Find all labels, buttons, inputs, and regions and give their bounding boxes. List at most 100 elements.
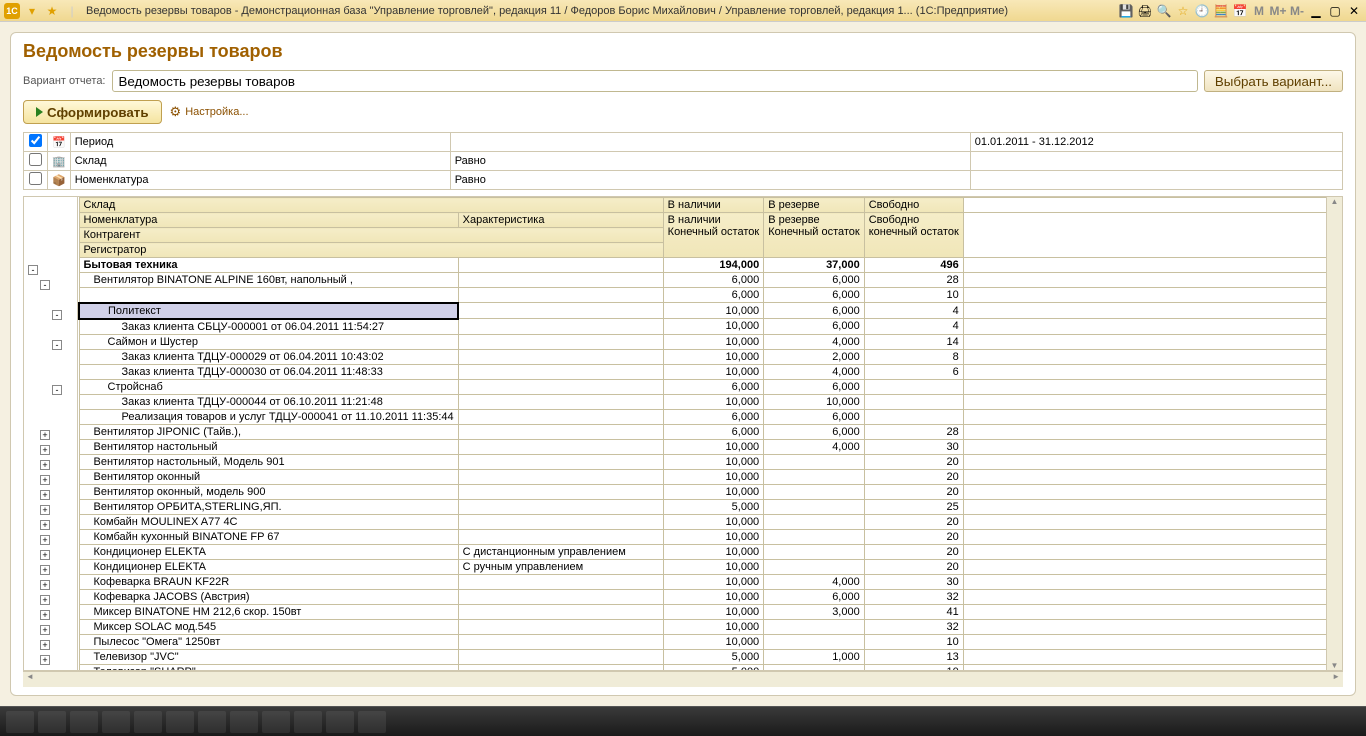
table-row[interactable]: Стройснаб6,0006,000 bbox=[79, 379, 1326, 394]
cell-desc[interactable]: Вентилятор оконный, модель 900 bbox=[79, 484, 458, 499]
expand-icon[interactable]: + bbox=[40, 535, 50, 545]
expand-icon[interactable]: + bbox=[40, 595, 50, 605]
calc-icon[interactable]: 🧮 bbox=[1213, 3, 1229, 19]
taskbar-item[interactable] bbox=[230, 711, 258, 733]
taskbar-item[interactable] bbox=[166, 711, 194, 733]
cell-desc[interactable]: Политекст bbox=[79, 303, 458, 319]
cell-desc[interactable]: Заказ клиента ТДЦУ-000029 от 06.04.2011 … bbox=[79, 349, 458, 364]
filter-check[interactable] bbox=[29, 172, 42, 185]
table-row[interactable]: Миксер BINATONE HM 212,6 скор. 150вт10,0… bbox=[79, 604, 1326, 619]
taskbar-item[interactable] bbox=[262, 711, 290, 733]
collapse-icon[interactable]: - bbox=[52, 340, 62, 350]
table-row[interactable]: Вентилятор JIPONIC (Тайв.),6,0006,00028 bbox=[79, 424, 1326, 439]
table-row[interactable]: Заказ клиента СБЦУ-000001 от 06.04.2011 … bbox=[79, 319, 1326, 335]
m-minus-icon[interactable]: M- bbox=[1289, 3, 1305, 19]
cell-desc[interactable]: Телевизор "SHARP" bbox=[79, 664, 458, 670]
cell-desc[interactable]: Кофеварка BRAUN KF22R bbox=[79, 574, 458, 589]
cell-desc[interactable]: Миксер SOLAC мод.545 bbox=[79, 619, 458, 634]
taskbar-item[interactable] bbox=[102, 711, 130, 733]
m-plus-icon[interactable]: M+ bbox=[1270, 3, 1286, 19]
collapse-icon[interactable]: - bbox=[40, 280, 50, 290]
table-row[interactable]: Кофеварка JACOBS (Австрия)10,0006,00032 bbox=[79, 589, 1326, 604]
save-icon[interactable]: 💾 bbox=[1118, 3, 1134, 19]
table-row[interactable]: Вентилятор BINATONE ALPINE 160вт, наполь… bbox=[79, 273, 1326, 288]
table-row[interactable]: Кондиционер ELEKTAС дистанционным управл… bbox=[79, 544, 1326, 559]
cell-desc[interactable]: Заказ клиента ТДЦУ-000030 от 06.04.2011 … bbox=[79, 364, 458, 379]
table-row[interactable]: Кофеварка BRAUN KF22R10,0004,00030 bbox=[79, 574, 1326, 589]
settings-link[interactable]: ⚙ Настройка... bbox=[170, 104, 249, 120]
collapse-icon[interactable]: - bbox=[52, 310, 62, 320]
table-row[interactable]: Заказ клиента ТДЦУ-000029 от 06.04.2011 … bbox=[79, 349, 1326, 364]
filter-val[interactable]: 01.01.2011 - 31.12.2012 bbox=[970, 133, 1342, 152]
expand-icon[interactable]: + bbox=[40, 610, 50, 620]
print-icon[interactable]: 🖨 bbox=[1137, 3, 1153, 19]
taskbar-item[interactable] bbox=[6, 711, 34, 733]
taskbar-item[interactable] bbox=[134, 711, 162, 733]
cell-desc[interactable]: Стройснаб bbox=[79, 379, 458, 394]
table-row[interactable]: Вентилятор оконный, модель 90010,00020 bbox=[79, 484, 1326, 499]
collapse-icon[interactable]: - bbox=[52, 385, 62, 395]
star-icon[interactable]: ★ bbox=[44, 3, 60, 19]
cell-desc[interactable]: Вентилятор ОРБИТА,STERLING,ЯП. bbox=[79, 499, 458, 514]
table-row[interactable]: Вентилятор ОРБИТА,STERLING,ЯП.5,00025 bbox=[79, 499, 1326, 514]
filter-check[interactable] bbox=[29, 153, 42, 166]
expand-icon[interactable]: + bbox=[40, 670, 50, 671]
table-row[interactable]: Комбайн кухонный BINATONE FP 6710,00020 bbox=[79, 529, 1326, 544]
table-row[interactable]: Вентилятор настольный, Модель 90110,0002… bbox=[79, 454, 1326, 469]
minimize-icon[interactable]: ▁ bbox=[1308, 3, 1324, 19]
table-row[interactable]: Пылесос "Омега" 1250вт10,00010 bbox=[79, 634, 1326, 649]
expand-icon[interactable]: + bbox=[40, 490, 50, 500]
expand-icon[interactable]: + bbox=[40, 640, 50, 650]
expand-icon[interactable]: + bbox=[40, 520, 50, 530]
cell-desc[interactable]: Заказ клиента СБЦУ-000001 от 06.04.2011 … bbox=[79, 319, 458, 335]
table-row[interactable]: Саймон и Шустер10,0004,00014 bbox=[79, 334, 1326, 349]
table-row[interactable]: Телевизор "SHARP"5,00010 bbox=[79, 664, 1326, 670]
cell-desc[interactable]: Комбайн MOULINEX A77 4C bbox=[79, 514, 458, 529]
os-taskbar[interactable] bbox=[0, 706, 1366, 736]
cell-desc[interactable]: Вентилятор BINATONE ALPINE 160вт, наполь… bbox=[79, 273, 458, 288]
maximize-icon[interactable]: ▢ bbox=[1327, 3, 1343, 19]
expand-icon[interactable]: + bbox=[40, 565, 50, 575]
table-row[interactable]: Миксер SOLAC мод.54510,00032 bbox=[79, 619, 1326, 634]
cell-desc[interactable]: Вентилятор JIPONIC (Тайв.), bbox=[79, 424, 458, 439]
cell-desc[interactable]: Кофеварка JACOBS (Австрия) bbox=[79, 589, 458, 604]
table-row[interactable]: Реализация товаров и услуг ТДЦУ-000041 о… bbox=[79, 409, 1326, 424]
taskbar-item[interactable] bbox=[294, 711, 322, 733]
table-row[interactable]: Кондиционер ELEKTAС ручным управлением10… bbox=[79, 559, 1326, 574]
cell-desc[interactable]: Кондиционер ELEKTA bbox=[79, 544, 458, 559]
preview-icon[interactable]: 🔍 bbox=[1156, 3, 1172, 19]
filter-op[interactable] bbox=[450, 133, 970, 152]
table-row[interactable]: Вентилятор настольный10,0004,00030 bbox=[79, 439, 1326, 454]
table-row[interactable]: Заказ клиента ТДЦУ-000030 от 06.04.2011 … bbox=[79, 364, 1326, 379]
taskbar-item[interactable] bbox=[326, 711, 354, 733]
table-row[interactable]: Политекст10,0006,0004 bbox=[79, 303, 1326, 319]
taskbar-item[interactable] bbox=[38, 711, 66, 733]
taskbar-item[interactable] bbox=[358, 711, 386, 733]
expand-icon[interactable]: + bbox=[40, 625, 50, 635]
table-row[interactable]: Бытовая техника194,00037,000496 bbox=[79, 258, 1326, 273]
cell-desc[interactable]: Миксер BINATONE HM 212,6 скор. 150вт bbox=[79, 604, 458, 619]
cell-desc[interactable]: Саймон и Шустер bbox=[79, 334, 458, 349]
table-row[interactable]: Заказ клиента ТДЦУ-000044 от 06.10.2011 … bbox=[79, 394, 1326, 409]
table-row[interactable]: Телевизор "JVC"5,0001,00013 bbox=[79, 649, 1326, 664]
collapse-icon[interactable]: - bbox=[28, 265, 38, 275]
cell-desc[interactable]: Комбайн кухонный BINATONE FP 67 bbox=[79, 529, 458, 544]
expand-icon[interactable]: + bbox=[40, 505, 50, 515]
cell-desc[interactable]: Вентилятор настольный bbox=[79, 439, 458, 454]
cell-desc[interactable]: Пылесос "Омега" 1250вт bbox=[79, 634, 458, 649]
filter-name[interactable]: Склад bbox=[70, 152, 450, 171]
close-icon[interactable]: ✕ bbox=[1346, 3, 1362, 19]
hscrollbar[interactable]: ◄► bbox=[23, 671, 1343, 687]
filter-name[interactable]: Период bbox=[70, 133, 450, 152]
dropdown-icon[interactable]: ▾ bbox=[24, 3, 40, 19]
expand-icon[interactable]: + bbox=[40, 475, 50, 485]
filter-op[interactable]: Равно bbox=[450, 152, 970, 171]
calendar-icon[interactable]: 📅 bbox=[1232, 3, 1248, 19]
expand-icon[interactable]: + bbox=[40, 580, 50, 590]
filter-val[interactable] bbox=[970, 171, 1342, 190]
history-icon[interactable]: 🕘 bbox=[1194, 3, 1210, 19]
vscrollbar[interactable]: ▲▼ bbox=[1326, 197, 1342, 670]
expand-icon[interactable]: + bbox=[40, 550, 50, 560]
filter-name[interactable]: Номенклатура bbox=[70, 171, 450, 190]
expand-icon[interactable]: + bbox=[40, 655, 50, 665]
